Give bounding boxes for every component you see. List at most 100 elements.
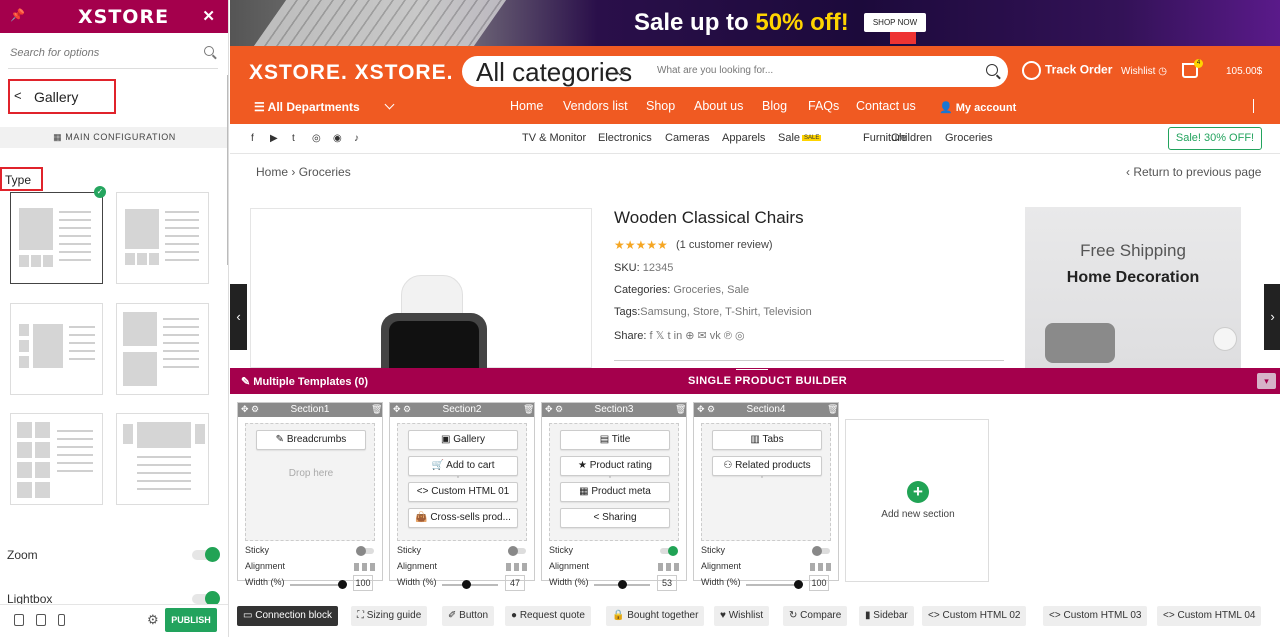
youtube-icon[interactable]: ▶	[270, 133, 278, 144]
tab-custom-html-03[interactable]: <> Custom HTML 03	[1043, 606, 1148, 626]
cart-total[interactable]: 105.00$	[1226, 66, 1262, 77]
category-children-label[interactable]: Children	[891, 132, 932, 144]
pin-icon[interactable]: 📌	[10, 8, 25, 22]
block-breadcrumbs[interactable]: ✎ Breadcrumbs	[256, 430, 366, 450]
whatsapp-icon[interactable]: ◉	[333, 133, 342, 144]
block-title[interactable]: ▤ Title	[560, 430, 670, 450]
multiple-templates-link[interactable]: ✎ Multiple Templates (0)	[241, 375, 368, 388]
tab-wishlist[interactable]: ♥ Wishlist	[714, 606, 770, 626]
search-input[interactable]: What are you looking for...	[657, 65, 773, 76]
search-bar[interactable]: All categories What are you looking for.…	[462, 56, 1008, 87]
promo-banner[interactable]: Sale up to 50% off! SHOP NOW	[230, 0, 1280, 46]
move-settings-icon[interactable]: ✥ ⚙	[393, 404, 411, 415]
mobile-icon[interactable]	[58, 614, 65, 626]
builder-section-2[interactable]: Section2✥ ⚙🗑Drop here▣ Gallery🛒 Add to c…	[389, 402, 535, 591]
category-apparels[interactable]: Apparels	[722, 132, 765, 144]
sticky-toggle[interactable]	[508, 546, 526, 556]
block-related-products[interactable]: ⚇ Related products	[712, 456, 822, 476]
nav-shop[interactable]: Shop	[646, 99, 675, 113]
return-previous-link[interactable]: ‹ Return to previous page	[1126, 165, 1261, 179]
product-image[interactable]	[250, 208, 592, 375]
facebook-icon[interactable]: f	[251, 133, 254, 144]
gallery-layout-option-6[interactable]	[116, 413, 209, 505]
section-title[interactable]: Section4	[694, 403, 838, 417]
trash-icon[interactable]: 🗑	[523, 404, 534, 415]
chevron-down-icon[interactable]: ▾	[1257, 373, 1276, 389]
alignment-icons[interactable]	[354, 563, 376, 571]
width-value-input[interactable]: 100	[353, 575, 373, 591]
shop-now-button[interactable]: SHOP NOW	[864, 13, 926, 32]
section-title[interactable]: Section1	[238, 403, 382, 417]
move-settings-icon[interactable]: ✥ ⚙	[697, 404, 715, 415]
width-value-input[interactable]: 53	[657, 575, 677, 591]
gallery-layout-option-3[interactable]	[10, 303, 103, 395]
category-cameras[interactable]: Cameras	[665, 132, 710, 144]
nav-home[interactable]: Home	[510, 99, 543, 113]
gallery-layout-option-2[interactable]	[116, 192, 209, 284]
lightbox-toggle[interactable]	[192, 591, 220, 606]
alignment-icons[interactable]	[506, 563, 528, 571]
tab-custom-html-02[interactable]: <> Custom HTML 02	[922, 606, 1027, 626]
drop-zone[interactable]: Drop here▥ Tabs⚇ Related products	[701, 423, 831, 541]
nav-blog[interactable]: Blog	[762, 99, 787, 113]
wishlist-link[interactable]: Wishlist ◷	[1121, 66, 1167, 77]
trash-icon[interactable]: 🗑	[371, 404, 382, 415]
drop-zone[interactable]: Drop here▤ Title★ Product rating▦ Produc…	[549, 423, 679, 541]
nav-vendors-list[interactable]: Vendors list	[563, 99, 628, 113]
slider-knob[interactable]	[794, 580, 803, 589]
block-sharing[interactable]: < Sharing	[560, 508, 670, 528]
builder-section-4[interactable]: Section4✥ ⚙🗑Drop here▥ Tabs⚇ Related pro…	[693, 402, 839, 591]
tab-button[interactable]: ✐ Button	[442, 606, 495, 626]
gallery-layout-option-4[interactable]	[116, 303, 209, 395]
tab-request-quote[interactable]: ● Request quote	[505, 606, 591, 626]
site-logo[interactable]: XSTORE. XSTORE.	[249, 61, 453, 85]
share-icons[interactable]: f 𝕏 t in ⊕ ✉ vk ℗ ◎	[649, 330, 744, 342]
gallery-layout-option-1[interactable]	[10, 192, 103, 284]
block-gallery[interactable]: ▣ Gallery	[408, 430, 518, 450]
tab-connection-block[interactable]: ▭ Connection block	[237, 606, 338, 626]
instagram-icon[interactable]: ◎	[312, 133, 321, 144]
alignment-icons[interactable]	[658, 563, 680, 571]
category-tv-monitor[interactable]: TV & Monitor	[522, 132, 586, 144]
block-cross-sells-prod-[interactable]: 👜 Cross-sells prod...	[408, 508, 518, 528]
trash-icon[interactable]: 🗑	[827, 404, 838, 415]
nav-about-us[interactable]: About us	[694, 99, 743, 113]
width-slider[interactable]	[290, 580, 347, 589]
add-new-section-button[interactable]: + Add new section	[845, 419, 989, 582]
category-select[interactable]: All categories	[476, 57, 632, 88]
category-electronics[interactable]: Electronics	[598, 132, 652, 144]
nav-faqs[interactable]: FAQs	[808, 99, 839, 113]
drop-zone[interactable]: Drop here ✎ Breadcrumbs	[245, 423, 375, 541]
slider-knob[interactable]	[617, 580, 627, 589]
block-product-rating[interactable]: ★ Product rating	[560, 456, 670, 476]
sticky-toggle[interactable]	[660, 546, 678, 556]
block-tabs[interactable]: ▥ Tabs	[712, 430, 822, 450]
all-departments-menu[interactable]: ☰ All Departments	[254, 100, 360, 114]
move-settings-icon[interactable]: ✥ ⚙	[545, 404, 563, 415]
slider-knob[interactable]	[462, 580, 472, 589]
promo-box[interactable]: Free Shipping Home Decoration	[1025, 207, 1241, 368]
next-arrow[interactable]: ›	[1264, 284, 1280, 350]
alignment-icons[interactable]	[810, 563, 832, 571]
breadcrumb-home[interactable]: Home	[256, 165, 288, 179]
builder-section-3[interactable]: Section3✥ ⚙🗑Drop here▤ Title★ Product ra…	[541, 402, 687, 591]
back-gallery-button[interactable]: < Gallery	[8, 79, 116, 114]
resize-grip[interactable]	[736, 369, 768, 370]
width-slider[interactable]	[746, 580, 803, 589]
sticky-toggle[interactable]	[356, 546, 374, 556]
gallery-layout-option-5[interactable]	[10, 413, 103, 505]
prev-arrow[interactable]: ‹	[230, 284, 247, 350]
search-icon[interactable]	[986, 64, 998, 76]
close-icon[interactable]: ✕	[202, 7, 215, 25]
tab-sidebar[interactable]: ▮ Sidebar	[859, 606, 914, 626]
width-value-input[interactable]: 47	[505, 575, 525, 591]
twitter-icon[interactable]: t	[292, 133, 295, 144]
tiktok-icon[interactable]: ♪	[354, 133, 359, 144]
tablet-icon[interactable]	[36, 614, 46, 626]
block-custom-html-01[interactable]: <> Custom HTML 01	[408, 482, 518, 502]
section-title[interactable]: Section2	[390, 403, 534, 417]
search-icon[interactable]	[204, 46, 214, 56]
review-link[interactable]: (1 customer review)	[676, 239, 773, 251]
category-sale[interactable]: Sale SALE	[778, 132, 822, 144]
category-groceries[interactable]: Groceries	[945, 132, 993, 144]
